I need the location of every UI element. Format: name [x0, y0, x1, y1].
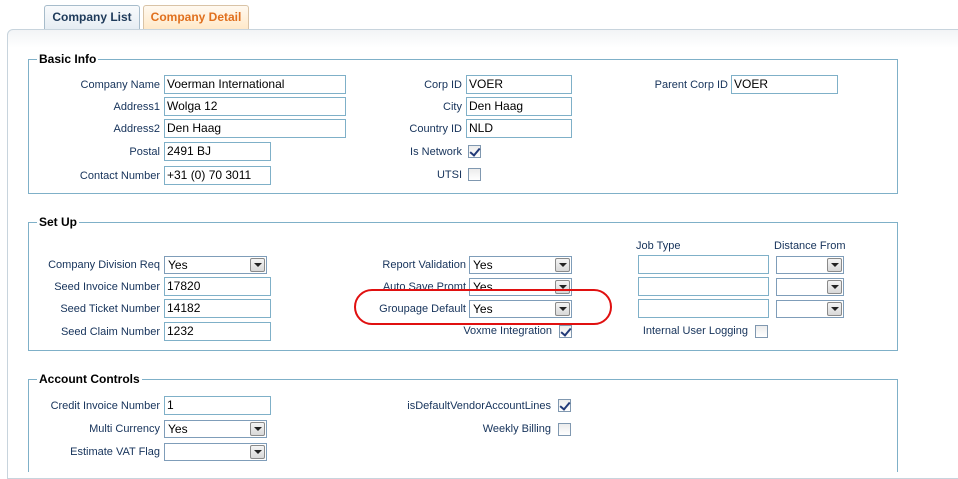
postal-label: Postal	[129, 146, 160, 158]
company-division-req-select[interactable]: Yes	[164, 256, 267, 274]
company-name-label: Company Name	[80, 79, 160, 91]
chevron-down-icon	[250, 445, 265, 459]
chevron-down-icon	[555, 258, 570, 272]
is-network-label: Is Network	[410, 146, 462, 158]
multi-currency-value: Yes	[168, 422, 188, 436]
city-label: City	[443, 101, 462, 113]
parent-corp-id-field[interactable]: VOER	[731, 75, 838, 94]
credit-invoice-number-field[interactable]: 1	[164, 396, 271, 415]
estimate-vat-flag-select[interactable]	[164, 443, 267, 461]
city-field[interactable]: Den Haag	[466, 97, 572, 116]
is-default-vendor-account-lines-label: isDefaultVendorAccountLines	[407, 400, 551, 412]
is-network-checkbox[interactable]	[468, 145, 481, 158]
job-type-field-1[interactable]	[638, 255, 769, 274]
job-type-header: Job Type	[636, 240, 681, 252]
seed-claim-number-label: Seed Claim Number	[60, 326, 160, 338]
distance-from-header: Distance From	[774, 240, 846, 252]
company-division-req-value: Yes	[168, 258, 188, 272]
seed-claim-number-field[interactable]: 1232	[164, 322, 271, 341]
seed-ticket-number-label: Seed Ticket Number	[60, 303, 160, 315]
is-default-vendor-account-lines-checkbox[interactable]	[558, 399, 571, 412]
utsi-label: UTSI	[436, 169, 462, 181]
chevron-down-icon	[250, 258, 265, 272]
tab-company-detail[interactable]: Company Detail	[143, 5, 249, 29]
voxme-integration-label: Voxme Integration	[463, 325, 552, 337]
multi-currency-label: Multi Currency	[89, 423, 160, 435]
address2-field[interactable]: Den Haag	[164, 119, 346, 138]
weekly-billing-label: Weekly Billing	[482, 423, 551, 435]
tab-company-list[interactable]: Company List	[44, 5, 140, 29]
distance-from-select-2[interactable]	[776, 278, 844, 296]
chevron-down-icon	[827, 302, 842, 316]
contact-number-label: Contact Number	[79, 170, 160, 182]
report-validation-label: Report Validation	[382, 259, 466, 271]
chevron-down-icon	[250, 422, 265, 436]
multi-currency-select[interactable]: Yes	[164, 420, 267, 438]
seed-invoice-number-field[interactable]: 17820	[164, 277, 271, 296]
basic-info-legend: Basic Info	[39, 52, 97, 66]
internal-user-logging-label: Internal User Logging	[642, 325, 748, 337]
seed-invoice-number-label: Seed Invoice Number	[54, 281, 160, 293]
set-up-legend: Set Up	[39, 215, 78, 229]
credit-invoice-number-label: Credit Invoice Number	[50, 400, 160, 412]
corp-id-field[interactable]: VOER	[466, 75, 572, 94]
company-name-field[interactable]: Voerman International	[164, 75, 346, 94]
chevron-down-icon	[827, 258, 842, 272]
utsi-checkbox[interactable]	[468, 168, 481, 181]
country-id-label: Country ID	[409, 123, 462, 135]
report-validation-select[interactable]: Yes	[469, 256, 572, 274]
postal-field[interactable]: 2491 BJ	[164, 142, 271, 161]
address1-label: Address1	[113, 101, 160, 113]
corp-id-label: Corp ID	[424, 79, 462, 91]
distance-from-select-3[interactable]	[776, 300, 844, 318]
report-validation-value: Yes	[473, 258, 493, 272]
company-division-req-label: Company Division Req	[48, 259, 160, 271]
account-controls-legend: Account Controls	[39, 372, 140, 386]
chevron-down-icon	[827, 280, 842, 294]
address1-field[interactable]: Wolga 12	[164, 97, 346, 116]
job-type-field-3[interactable]	[638, 299, 769, 318]
distance-from-select-1[interactable]	[776, 256, 844, 274]
seed-ticket-number-field[interactable]: 14182	[164, 299, 271, 318]
job-type-field-2[interactable]	[638, 277, 769, 296]
parent-corp-id-label: Parent Corp ID	[654, 79, 728, 91]
estimate-vat-flag-label: Estimate VAT Flag	[70, 446, 160, 458]
address2-label: Address2	[113, 123, 160, 135]
country-id-field[interactable]: NLD	[466, 119, 572, 138]
weekly-billing-checkbox[interactable]	[558, 423, 571, 436]
contact-number-field[interactable]: +31 (0) 70 3011	[164, 166, 271, 185]
voxme-integration-checkbox[interactable]	[559, 325, 572, 338]
internal-user-logging-checkbox[interactable]	[755, 325, 768, 338]
highlight-annotation	[354, 289, 612, 325]
